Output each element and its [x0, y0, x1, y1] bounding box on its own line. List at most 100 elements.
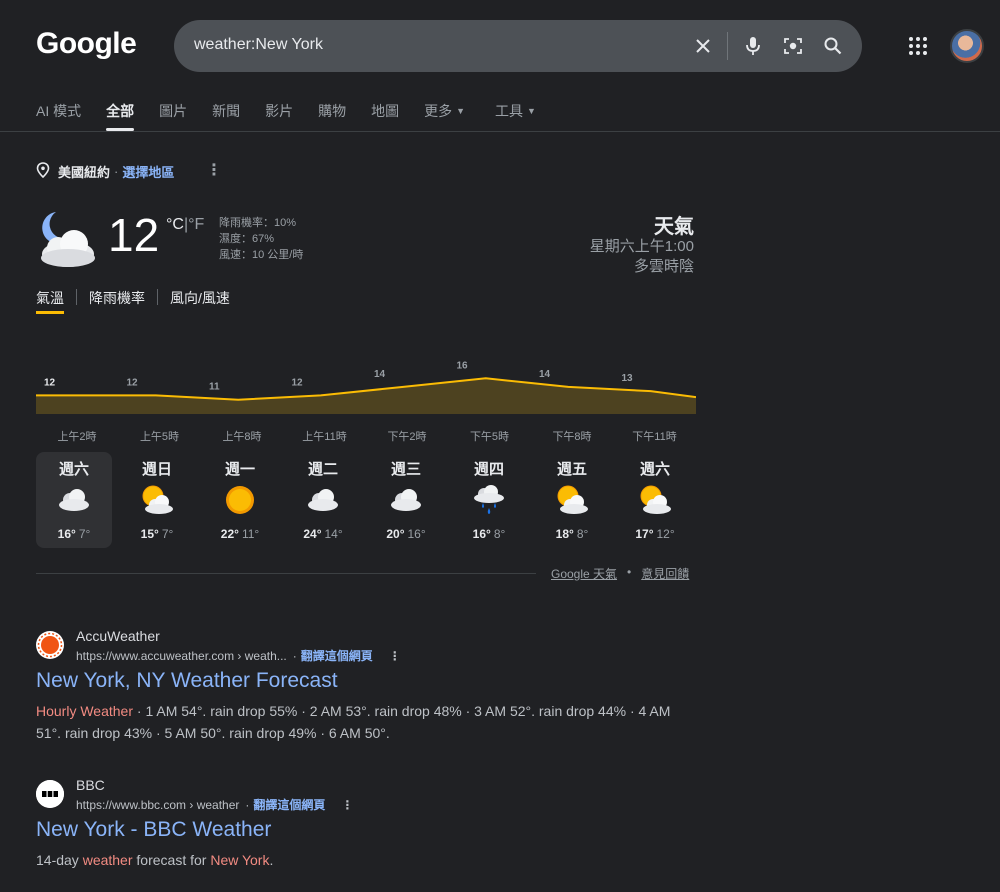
current-temperature: 12 [108, 209, 160, 261]
subtab-precipitation[interactable]: 降雨機率 [89, 288, 145, 308]
google-weather-link[interactable]: Google 天氣 [551, 565, 617, 582]
subtab-temperature[interactable]: 氣溫 [36, 288, 64, 314]
high-temp: 17° [635, 527, 654, 541]
translate-link[interactable]: 翻譯這個網頁 [301, 647, 373, 664]
tab-ai-mode[interactable]: AI 模式 [36, 101, 81, 121]
tab-tools[interactable]: 工具 ▼ [495, 101, 536, 121]
day-temperatures: 18° 8° [534, 527, 610, 541]
low-temp: 14° [324, 527, 343, 541]
unit-celsius[interactable]: °C [166, 216, 184, 233]
apps-grid-icon[interactable] [908, 36, 928, 56]
clear-icon[interactable] [690, 33, 716, 59]
temperature-point-label: 14 [539, 369, 551, 380]
weather-footer: Google 天氣 • 意見回饋 [551, 565, 690, 582]
result-snippet: Hourly Weather · 1 AM 54°. rain drop 55%… [36, 703, 671, 741]
day-forecast-item[interactable]: 週六 17° 12° [617, 452, 693, 548]
weather-subtabs: 氣溫 降雨機率 風向/風速 [36, 288, 230, 314]
night-cloudy-icon [36, 208, 100, 272]
daily-forecast: 週六 16° 7° 週日 15° 7° 週一 22° 11° 週二 24° 14° 週三 20° 16° 週四… [36, 452, 696, 548]
partly-sunny-icon [139, 482, 175, 518]
day-forecast-item[interactable]: 週五 18° 8° [534, 452, 610, 548]
result-title-link[interactable]: New York - BBC Weather [36, 818, 271, 842]
low-temp: 8° [493, 527, 506, 541]
result-site-name[interactable]: BBC [76, 777, 105, 793]
more-options-icon[interactable]: ⋮ [206, 160, 222, 180]
high-temp: 16° [57, 527, 76, 541]
day-forecast-item[interactable]: 週二 24° 14° [285, 452, 361, 548]
google-logo[interactable]: Google [36, 27, 137, 61]
search-tabs: AI 模式 全部 圖片 新聞 影片 購物 地圖 更多 ▼ 工具 ▼ [36, 101, 561, 131]
tab-all[interactable]: 全部 [106, 101, 135, 131]
caret-down-icon: ▼ [527, 106, 536, 116]
temperature-point-label: 12 [44, 377, 56, 388]
day-temperatures: 22° 11° [202, 527, 278, 541]
result-options-icon[interactable]: ⋮ [389, 649, 401, 663]
partly-sunny-icon [637, 482, 673, 518]
tabs-divider [0, 131, 1000, 132]
day-forecast-item[interactable]: 週四 16° 8° [451, 452, 527, 548]
unit-fahrenheit[interactable]: °F [188, 216, 204, 233]
tab-images[interactable]: 圖片 [159, 101, 187, 121]
temperature-point-label: 12 [292, 377, 304, 388]
partly-sunny-icon [554, 482, 590, 518]
hour-label: 上午5時 [139, 431, 180, 443]
cloudy-icon [56, 482, 92, 518]
hour-label: 上午11時 [302, 431, 347, 443]
unit-toggle[interactable]: °C|°F [166, 216, 204, 234]
hour-label: 下午8時 [552, 431, 592, 443]
result-url[interactable]: https://www.accuweather.com › weath... ·… [76, 647, 401, 664]
search-input[interactable]: weather:New York [194, 36, 323, 54]
translate-link[interactable]: 翻譯這個網頁 [253, 796, 325, 813]
humidity-text: 濕度：67% [219, 233, 275, 245]
high-temp: 22° [220, 527, 239, 541]
weather-time: 星期六上午1:00 [589, 238, 694, 255]
day-forecast-item[interactable]: 週三 20° 16° [368, 452, 444, 548]
cloudy-icon [388, 482, 424, 518]
search-icon[interactable] [820, 33, 846, 59]
search-divider [727, 32, 728, 60]
day-forecast-item[interactable]: 週一 22° 11° [202, 452, 278, 548]
tab-news[interactable]: 新聞 [212, 101, 240, 121]
bbc-favicon [36, 780, 64, 808]
result-title-link[interactable]: New York, NY Weather Forecast [36, 669, 338, 693]
day-temperatures: 15° 7° [119, 527, 195, 541]
result-snippet: 14-day weather forecast for New York. [36, 852, 274, 868]
day-forecast-item[interactable]: 週日 15° 7° [119, 452, 195, 548]
account-avatar[interactable] [950, 29, 984, 63]
tab-shopping[interactable]: 購物 [318, 101, 346, 121]
low-temp: 7° [161, 527, 174, 541]
precipitation-text: 降雨機率：10% [219, 217, 297, 229]
result-site-name[interactable]: AccuWeather [76, 628, 160, 644]
result-options-icon[interactable]: ⋮ [341, 798, 353, 812]
high-temp: 16° [472, 527, 491, 541]
temperature-point-label: 11 [209, 382, 220, 393]
rain-icon [471, 482, 507, 518]
result-url[interactable]: https://www.bbc.com › weather · 翻譯這個網頁 ⋮ [76, 796, 353, 813]
temperature-point-label: 14 [374, 369, 386, 380]
location-pin-icon [36, 162, 50, 181]
low-temp: 7° [78, 527, 91, 541]
search-box[interactable]: weather:New York [174, 20, 862, 72]
day-temperatures: 16° 7° [36, 527, 112, 541]
day-name: 週日 [141, 461, 172, 478]
tab-more[interactable]: 更多 ▼ [424, 101, 465, 121]
hour-label: 下午11時 [632, 431, 677, 443]
tab-maps[interactable]: 地圖 [371, 101, 399, 121]
accuweather-favicon [36, 631, 64, 659]
feedback-link[interactable]: 意見回饋 [641, 565, 689, 582]
choose-region-link[interactable]: 選擇地區 [122, 162, 174, 181]
temperature-point-label: 12 [127, 377, 139, 388]
subtab-wind[interactable]: 風向/風速 [170, 288, 230, 308]
location-name: 美國紐約 [58, 165, 111, 180]
tab-videos[interactable]: 影片 [265, 101, 293, 121]
temperature-chart[interactable]: 12 12 11 12 14 16 14 13 [36, 360, 696, 420]
sunny-icon [222, 482, 258, 518]
microphone-icon[interactable] [740, 33, 766, 59]
high-temp: 18° [555, 527, 574, 541]
day-forecast-item[interactable]: 週六 16° 7° [36, 452, 112, 548]
day-name: 週五 [556, 461, 587, 478]
low-temp: 12° [656, 527, 675, 541]
hour-label: 上午8時 [222, 431, 262, 443]
camera-search-icon[interactable] [780, 33, 806, 59]
hour-label: 下午2時 [387, 431, 427, 443]
